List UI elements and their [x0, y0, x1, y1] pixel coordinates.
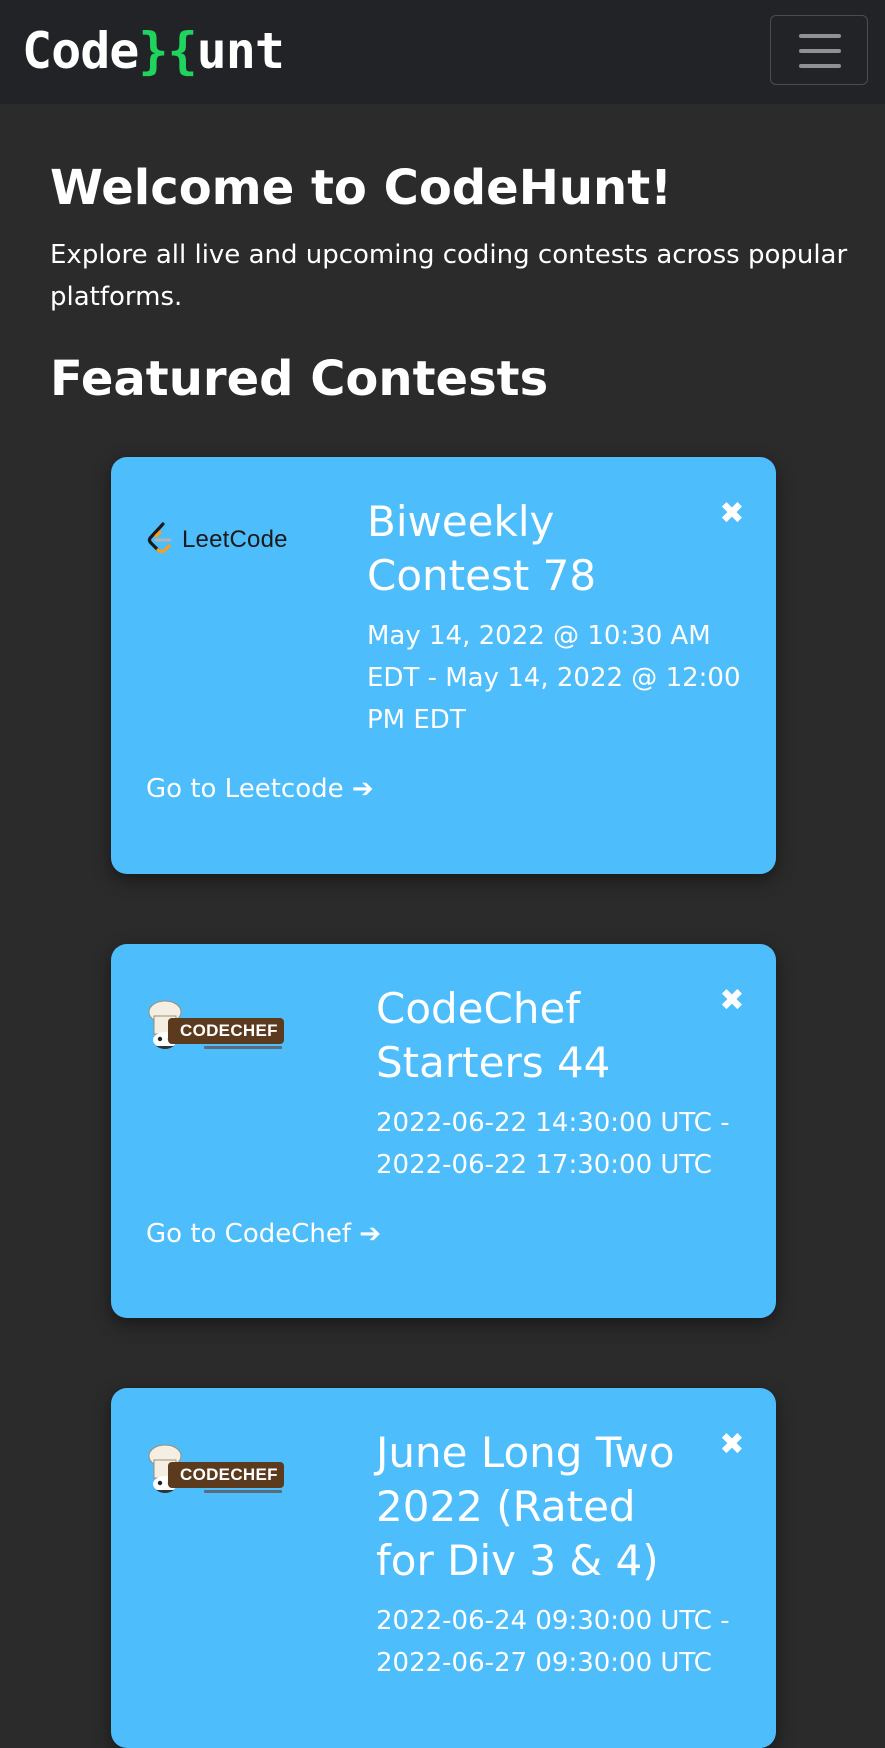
link-label: Go to CodeChef [146, 1219, 352, 1249]
codechef-tagline-line [204, 1046, 282, 1049]
contest-time: 2022-06-24 09:30:00 UTC - 2022-06-27 09:… [376, 1606, 730, 1678]
welcome-title: Welcome to CodeHunt! [50, 160, 673, 216]
navbar: Code}{unt [0, 0, 885, 104]
arrow-right-icon: ➔ [351, 774, 374, 804]
hamburger-menu-icon [799, 34, 841, 38]
close-icon[interactable]: ✖ [717, 986, 747, 1016]
brand-brace-close: } [138, 22, 168, 80]
hamburger-menu-icon-bar [799, 49, 841, 53]
leetcode-logo-text: LeetCode [182, 526, 288, 553]
codechef-logo: CODECHEF [146, 998, 286, 1054]
contest-title: June Long Two 2022 (Rated for Div 3 & 4) [376, 1428, 675, 1585]
close-icon[interactable]: ✖ [717, 499, 747, 529]
brand-brace-open: { [167, 22, 198, 80]
link-label: Go to Leetcode [146, 774, 344, 804]
codechef-tagline-line [204, 1490, 282, 1493]
codechef-logo: CODECHEF [146, 1442, 286, 1498]
brand-text-code: Code [22, 22, 139, 80]
codechef-logo-text: CODECHEF [168, 1462, 284, 1488]
contest-time: May 14, 2022 @ 10:30 AM EDT - May 14, 20… [367, 621, 741, 735]
featured-contests-title: Featured Contests [50, 351, 549, 407]
codechef-logo-text: CODECHEF [168, 1018, 284, 1044]
brand-logo[interactable]: Code}{unt [22, 20, 285, 82]
contest-title: Biweekly Contest 78 [367, 497, 597, 600]
hamburger-menu-icon-bar [799, 64, 841, 68]
navbar-toggler-button[interactable] [770, 15, 868, 85]
go-to-leetcode-link[interactable]: Go to Leetcode ➔ [146, 771, 374, 807]
leetcode-icon [147, 522, 172, 554]
contest-title: CodeChef Starters 44 [376, 984, 611, 1087]
brand-text-unt: unt [196, 22, 285, 80]
welcome-description: Explore all live and upcoming coding con… [50, 240, 848, 312]
contest-card: CODECHEF CodeChef Starters 44 ✖ 2022-06-… [111, 944, 776, 1318]
close-icon[interactable]: ✖ [717, 1430, 747, 1460]
contest-time: 2022-06-22 14:30:00 UTC - 2022-06-22 17:… [376, 1108, 730, 1180]
leetcode-logo: LeetCode [146, 520, 288, 560]
contest-card: CODECHEF June Long Two 2022 (Rated for D… [111, 1388, 776, 1748]
go-to-codechef-link[interactable]: Go to CodeChef ➔ [146, 1216, 381, 1252]
contest-card: LeetCode Biweekly Contest 78 ✖ May 14, 2… [111, 457, 776, 874]
arrow-right-icon: ➔ [359, 1219, 382, 1249]
